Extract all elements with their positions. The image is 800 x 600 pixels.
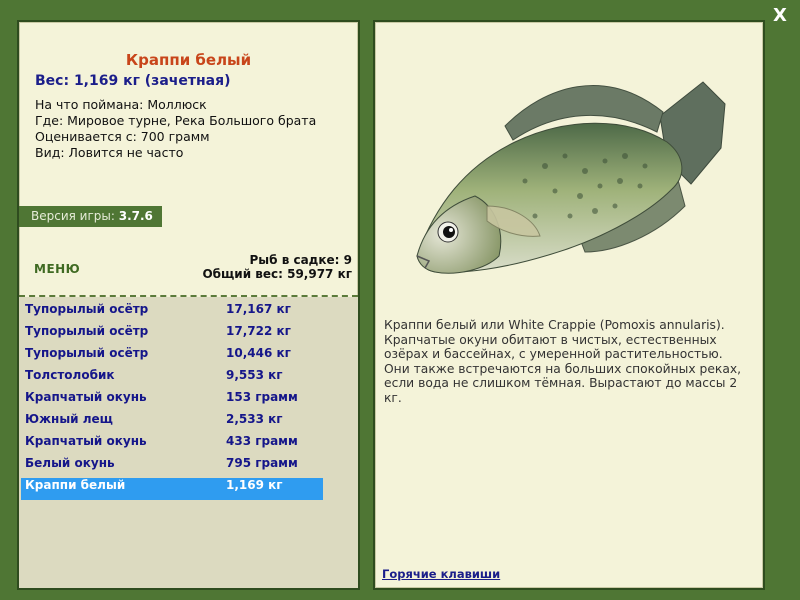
catch-fish-weight: 153 грамм (226, 390, 298, 404)
catch-list-row[interactable]: Толстолобик 9,553 кг (21, 368, 323, 390)
version-badge: Версия игры: 3.7.6 (19, 206, 162, 227)
catch-fish-name: Белый окунь (25, 456, 115, 470)
catch-fish-weight: 1,169 кг (226, 478, 283, 492)
catch-fish-name: Южный лещ (25, 412, 113, 426)
menu-button[interactable]: МЕНЮ (34, 262, 80, 276)
version-label: Версия игры: (31, 209, 115, 223)
catch-list-row[interactable]: Краппи белый 1,169 кг (21, 478, 323, 500)
divider (19, 295, 358, 297)
catch-list-row[interactable]: Южный лещ 2,533 кг (21, 412, 323, 434)
catch-fish-name: Крапчатый окунь (25, 434, 147, 448)
version-value: 3.7.6 (118, 209, 153, 223)
fish-count: Рыб в садке: 9 (249, 253, 353, 267)
catch-list-row[interactable]: Белый окунь 795 грамм (21, 456, 323, 478)
catch-fish-name: Тупорылый осётр (25, 302, 149, 316)
crappie-fish-icon (416, 81, 726, 274)
catch-list-row[interactable]: Тупорылый осётр 17,167 кг (21, 302, 323, 324)
fish-weight: Вес: 1,169 кг (зачетная) (35, 73, 231, 89)
catch-list-row[interactable]: Тупорылый осётр 10,446 кг (21, 346, 323, 368)
catch-fish-weight: 9,553 кг (226, 368, 283, 382)
catch-fish-name: Крапчатый окунь (25, 390, 147, 404)
catch-fish-name: Тупорылый осётр (25, 346, 149, 360)
fish-info-panel: Краппи белый Вес: 1,169 кг (зачетная) На… (17, 20, 360, 590)
fish-bait: На что поймана: Моллюск (35, 97, 207, 112)
catch-fish-weight: 433 грамм (226, 434, 298, 448)
close-icon[interactable]: X (773, 5, 787, 26)
fish-image (395, 56, 745, 296)
catch-list-row[interactable]: Тупорылый осётр 17,722 кг (21, 324, 323, 346)
fish-description-panel: Краппи белый или White Crappie (Pomoxis … (373, 20, 765, 590)
catch-list-row[interactable]: Крапчатый окунь 153 грамм (21, 390, 323, 412)
keepnet-stats: Рыб в садке: 9 Общий вес: 59,977 кг (202, 253, 352, 281)
catch-fish-name: Тупорылый осётр (25, 324, 149, 338)
catch-fish-weight: 17,167 кг (226, 302, 291, 316)
total-weight: Общий вес: 59,977 кг (202, 267, 352, 281)
catch-list: Тупорылый осётр 17,167 кг Тупорылый осётр 1… (21, 302, 323, 500)
catch-fish-weight: 795 грамм (226, 456, 298, 470)
catch-fish-name: Краппи белый (25, 478, 126, 492)
hotkeys-link[interactable]: Горячие клавиши (382, 567, 500, 581)
fish-title: Краппи белый (125, 51, 252, 69)
fish-description: Краппи белый или White Crappie (Pomoxis … (384, 318, 742, 405)
fish-value: Оценивается с: 700 грамм (35, 129, 210, 144)
catch-fish-weight: 10,446 кг (226, 346, 291, 360)
fish-location: Где: Мировое турне, Река Большого брата (35, 113, 317, 128)
fish-rarity: Вид: Ловится не часто (35, 145, 184, 160)
catch-fish-weight: 17,722 кг (226, 324, 291, 338)
catch-list-row[interactable]: Крапчатый окунь 433 грамм (21, 434, 323, 456)
catch-fish-name: Толстолобик (25, 368, 115, 382)
fish-details: На что поймана: Моллюск Где: Мировое тур… (35, 97, 316, 161)
catch-fish-weight: 2,533 кг (226, 412, 283, 426)
close-button[interactable]: X (770, 6, 790, 26)
